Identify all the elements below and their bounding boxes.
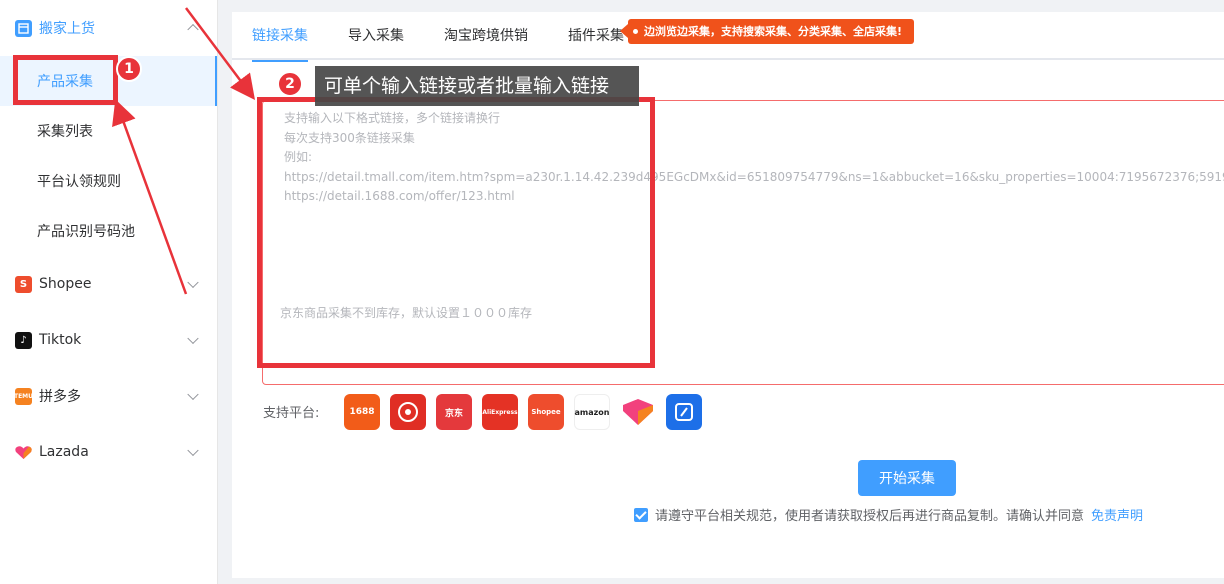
tab-taobao-supply[interactable]: 淘宝跨境供销	[444, 12, 528, 60]
placeholder-line: 例如:	[284, 150, 313, 164]
sidebar-item-collect-list[interactable]: 采集列表	[0, 106, 217, 156]
tab-link-collect[interactable]: 链接采集	[252, 12, 308, 62]
textarea-placeholder: 支持输入以下格式链接，多个链接请换行 每次支持300条链接采集 例如: http…	[284, 109, 1224, 207]
disclaimer-link[interactable]: 免责声明	[1091, 505, 1143, 524]
shopee-logo: Shopee	[528, 394, 564, 430]
tiktok-icon: ♪	[15, 331, 32, 349]
annotation-callout: 可单个输入链接或者批量输入链接	[315, 66, 639, 106]
menu-group-label: Lazada	[39, 444, 89, 460]
link-input-textarea[interactable]: 支持输入以下格式链接，多个链接请换行 每次支持300条链接采集 例如: http…	[262, 100, 1224, 385]
aliexpress-logo: AliExpress	[482, 394, 518, 430]
temu-icon: TEMU	[14, 387, 33, 405]
agree-checkbox[interactable]	[634, 507, 648, 522]
start-collect-button[interactable]: 开始采集	[858, 460, 956, 496]
sidebar-item-id-pool[interactable]: 产品识别号码池	[0, 206, 217, 256]
chevron-down-icon	[187, 444, 199, 457]
menu-group-shopee[interactable]: S Shopee	[0, 256, 217, 312]
jd-logo: 京东	[436, 394, 472, 430]
platform-logo	[666, 394, 702, 430]
promo-badge: 边浏览边采集，支持搜索采集、分类采集、全店采集!	[619, 19, 915, 44]
agreement-row: 请遵守平台相关规范，使用者请获取授权后再进行商品复制。请确认并同意 免责声明	[634, 505, 1143, 524]
placeholder-line: https://detail.tmall.com/item.htm?spm=a2…	[284, 169, 1224, 184]
dot-icon	[633, 29, 638, 34]
sidebar: 搬家上货 产品采集 采集列表 平台认领规则 产品识别号码池 S Shopee ♪…	[0, 0, 218, 584]
step-badge-1: 1	[116, 56, 142, 82]
tab-import-collect[interactable]: 导入采集	[348, 12, 404, 60]
chevron-down-icon	[187, 332, 199, 345]
chevron-up-icon	[187, 23, 199, 36]
placeholder-line: https://detail.1688.com/offer/123.html	[284, 189, 515, 203]
chevron-down-icon	[187, 388, 199, 401]
chevron-down-icon	[187, 276, 199, 289]
1688-logo: 1688	[344, 394, 380, 430]
placeholder-line: 每次支持300条链接采集	[284, 130, 415, 145]
menu-group-moving[interactable]: 搬家上货	[0, 0, 217, 56]
menu-group-lazada[interactable]: Lazada	[0, 424, 217, 480]
step-badge-2: 2	[277, 71, 303, 97]
tab-bar: 链接采集 导入采集 淘宝跨境供销 插件采集 边浏览边采集，支持搜索采集、分类采集…	[232, 12, 1224, 62]
promo-text: 边浏览边采集，支持搜索采集、分类采集、全店采集!	[644, 25, 903, 38]
menu-group-label: Tiktok	[39, 332, 82, 348]
menu-group-label: 搬家上货	[39, 21, 95, 37]
sidebar-item-product-collect[interactable]: 产品采集	[0, 56, 217, 106]
placeholder-line: 支持输入以下格式链接，多个链接请换行	[284, 111, 501, 125]
amazon-logo: amazon	[574, 394, 610, 430]
menu-group-label: Shopee	[39, 276, 92, 292]
jd-stock-note: 京东商品采集不到库存，默认设置１０００库存	[280, 306, 533, 320]
sidebar-item-claim-rules[interactable]: 平台认领规则	[0, 156, 217, 206]
store-icon	[15, 19, 32, 37]
shopee-icon: S	[15, 275, 32, 293]
platforms-label: 支持平台:	[263, 406, 320, 421]
menu-group-tiktok[interactable]: ♪ Tiktok	[0, 312, 217, 368]
pinduoduo-logo	[390, 394, 426, 430]
lazada-logo	[620, 394, 656, 430]
agreement-text: 请遵守平台相关规范，使用者请获取授权后再进行商品复制。请确认并同意	[655, 509, 1085, 524]
lazada-icon	[15, 444, 32, 461]
tab-plugin-collect[interactable]: 插件采集	[568, 12, 624, 60]
menu-group-label: 拼多多	[39, 389, 81, 405]
menu-group-pinduoduo[interactable]: TEMU 拼多多	[0, 368, 217, 424]
